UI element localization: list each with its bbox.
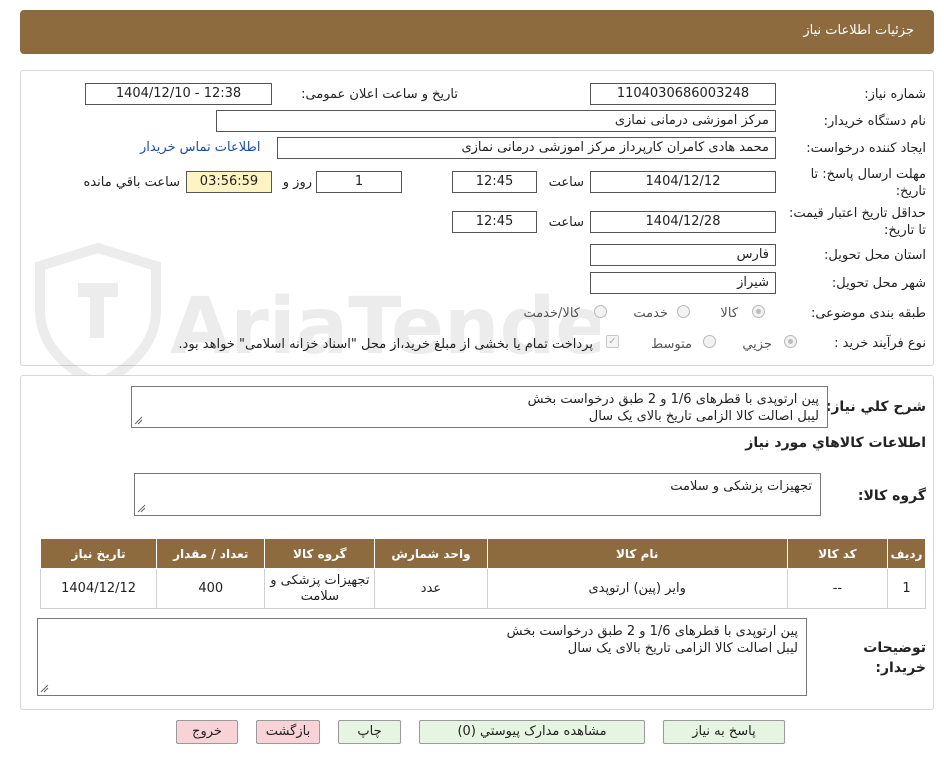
remaining-label: ساعت باقي مانده — [83, 175, 180, 190]
category-goods-label: کالا — [720, 306, 738, 321]
cell-need-date: 1404/12/12 — [39, 568, 158, 609]
table-header-row: رديف کد کالا نام کالا واحد شمارش گروه کا… — [39, 538, 927, 569]
city-field: شیراز — [590, 272, 776, 294]
days-field: 1 — [316, 171, 402, 193]
city-label: شهر محل تحویل: — [831, 276, 926, 291]
resize-grip-icon[interactable] — [137, 504, 146, 513]
remaining-time-field: 03:56:59 — [186, 171, 272, 193]
print-button[interactable]: چاپ — [338, 720, 401, 744]
cell-quantity: 400 — [156, 568, 266, 609]
goods-group-label: گروه کالا: — [857, 488, 926, 504]
cell-item-group: تجهیزات پزشکی و سلامت — [264, 568, 376, 609]
days-label: روز و — [282, 175, 312, 190]
goods-section-title: اطلاعات کالاهاي مورد نياز — [745, 435, 926, 451]
payment-note: پرداخت تمام یا بخشی از مبلغ خرید،از محل … — [178, 337, 593, 352]
process-label: نوع فرآیند خرید : — [834, 336, 926, 351]
deadline-date-field: 1404/12/12 — [590, 171, 776, 193]
col-item-code: کد کالا — [786, 538, 888, 569]
col-need-date: تاریخ نیاز — [39, 538, 158, 569]
goods-group-textarea[interactable]: تجهیزات پزشکی و سلامت — [134, 473, 821, 516]
exit-button[interactable]: خروج — [176, 720, 238, 744]
buyer-org-label: نام دستگاه خریدار: — [823, 114, 926, 129]
col-item-name: نام کالا — [486, 538, 788, 569]
process-minor-label: جزیي — [742, 337, 772, 352]
requester-field: محمد هادی کامران کارپرداز مرکز اموزشی در… — [277, 137, 776, 159]
page-header: جزئیات اطلاعات نیاز — [20, 10, 934, 54]
col-quantity: تعداد / مقدار — [156, 538, 266, 569]
deadline-time-label: ساعت — [548, 175, 584, 190]
cell-row-number: 1 — [886, 568, 927, 609]
buyer-notes-line-1: پین ارتوپدی با قطرهای 1/6 و 2 طبق درخواس… — [506, 624, 798, 639]
summary-label: شرح كلي نياز: — [825, 399, 926, 415]
need-number-field: 1104030686003248 — [590, 83, 776, 105]
validity-time-field: 12:45 — [452, 211, 537, 233]
requester-label: ایجاد کننده درخواست: — [806, 141, 926, 156]
need-number-label: شماره نیاز: — [864, 87, 926, 102]
resize-grip-icon[interactable] — [40, 684, 49, 693]
goods-group-value: تجهیزات پزشکی و سلامت — [670, 479, 812, 494]
validity-time-label: ساعت — [548, 215, 584, 230]
cell-item-code: -- — [786, 568, 888, 609]
province-label: استان محل تحویل: — [824, 248, 926, 263]
cell-unit: عدد — [374, 568, 488, 609]
category-both-label: کالا/خدمت — [523, 306, 580, 321]
page-title: جزئیات اطلاعات نیاز — [803, 23, 914, 38]
view-attachments-button[interactable]: مشاهده مدارک پیوستي (0) — [419, 720, 645, 744]
summary-textarea[interactable]: پین ارتوپدی با قطرهای 1/6 و 2 طبق درخواس… — [131, 386, 828, 428]
reply-button[interactable]: پاسخ به نیاز — [663, 720, 785, 744]
category-service-label: خدمت — [633, 306, 668, 321]
buyer-org-field: مرکز اموزشی درمانی نمازی — [216, 110, 776, 132]
col-row-number: رديف — [886, 538, 927, 569]
col-item-group: گروه کالا — [264, 538, 376, 569]
announce-field: 1404/12/10 - 12:38 — [85, 83, 272, 105]
buyer-notes-label: توضيحات خريدار: — [863, 640, 926, 676]
category-service-radio[interactable] — [677, 305, 690, 318]
col-unit: واحد شمارش — [374, 538, 488, 569]
resize-grip-icon[interactable] — [134, 416, 143, 425]
deadline-label: مهلت ارسال پاسخ: تا تاریخ: — [810, 167, 926, 199]
process-minor-radio[interactable] — [784, 335, 797, 348]
summary-line-1: پین ارتوپدی با قطرهای 1/6 و 2 طبق درخواس… — [527, 392, 819, 407]
table-row: 1 -- وایر (پین) ارتوپدی عدد تجهیزات پزشک… — [39, 568, 927, 609]
category-both-radio[interactable] — [594, 305, 607, 318]
cell-item-name: وایر (پین) ارتوپدی — [486, 568, 788, 609]
buyer-notes-line-2: لیبل اصالت کالا الزامی تاریخ بالای یک سا… — [567, 641, 798, 656]
treasury-payment-checkbox[interactable]: ✓ — [606, 335, 619, 348]
buyer-notes-textarea[interactable]: پین ارتوپدی با قطرهای 1/6 و 2 طبق درخواس… — [37, 618, 807, 696]
deadline-time-field: 12:45 — [452, 171, 537, 193]
validity-label: حداقل تاریخ اعتبار قیمت: تا تاریخ: — [788, 206, 926, 238]
validity-date-field: 1404/12/28 — [590, 211, 776, 233]
items-table: رديف کد کالا نام کالا واحد شمارش گروه کا… — [39, 538, 927, 609]
summary-line-2: لیبل اصالت کالا الزامی تاریخ بالای یک سا… — [588, 409, 819, 424]
process-medium-radio[interactable] — [703, 335, 716, 348]
category-goods-radio[interactable] — [752, 305, 765, 318]
process-medium-label: متوسط — [651, 337, 692, 352]
announce-label: تاریخ و ساعت اعلان عمومی: — [301, 87, 458, 102]
province-field: فارس — [590, 244, 776, 266]
buyer-contact-link[interactable]: اطلاعات تماس خریدار — [140, 140, 260, 155]
category-label: طبقه بندی موضوعی: — [810, 306, 926, 321]
back-button[interactable]: بازگشت — [256, 720, 320, 744]
